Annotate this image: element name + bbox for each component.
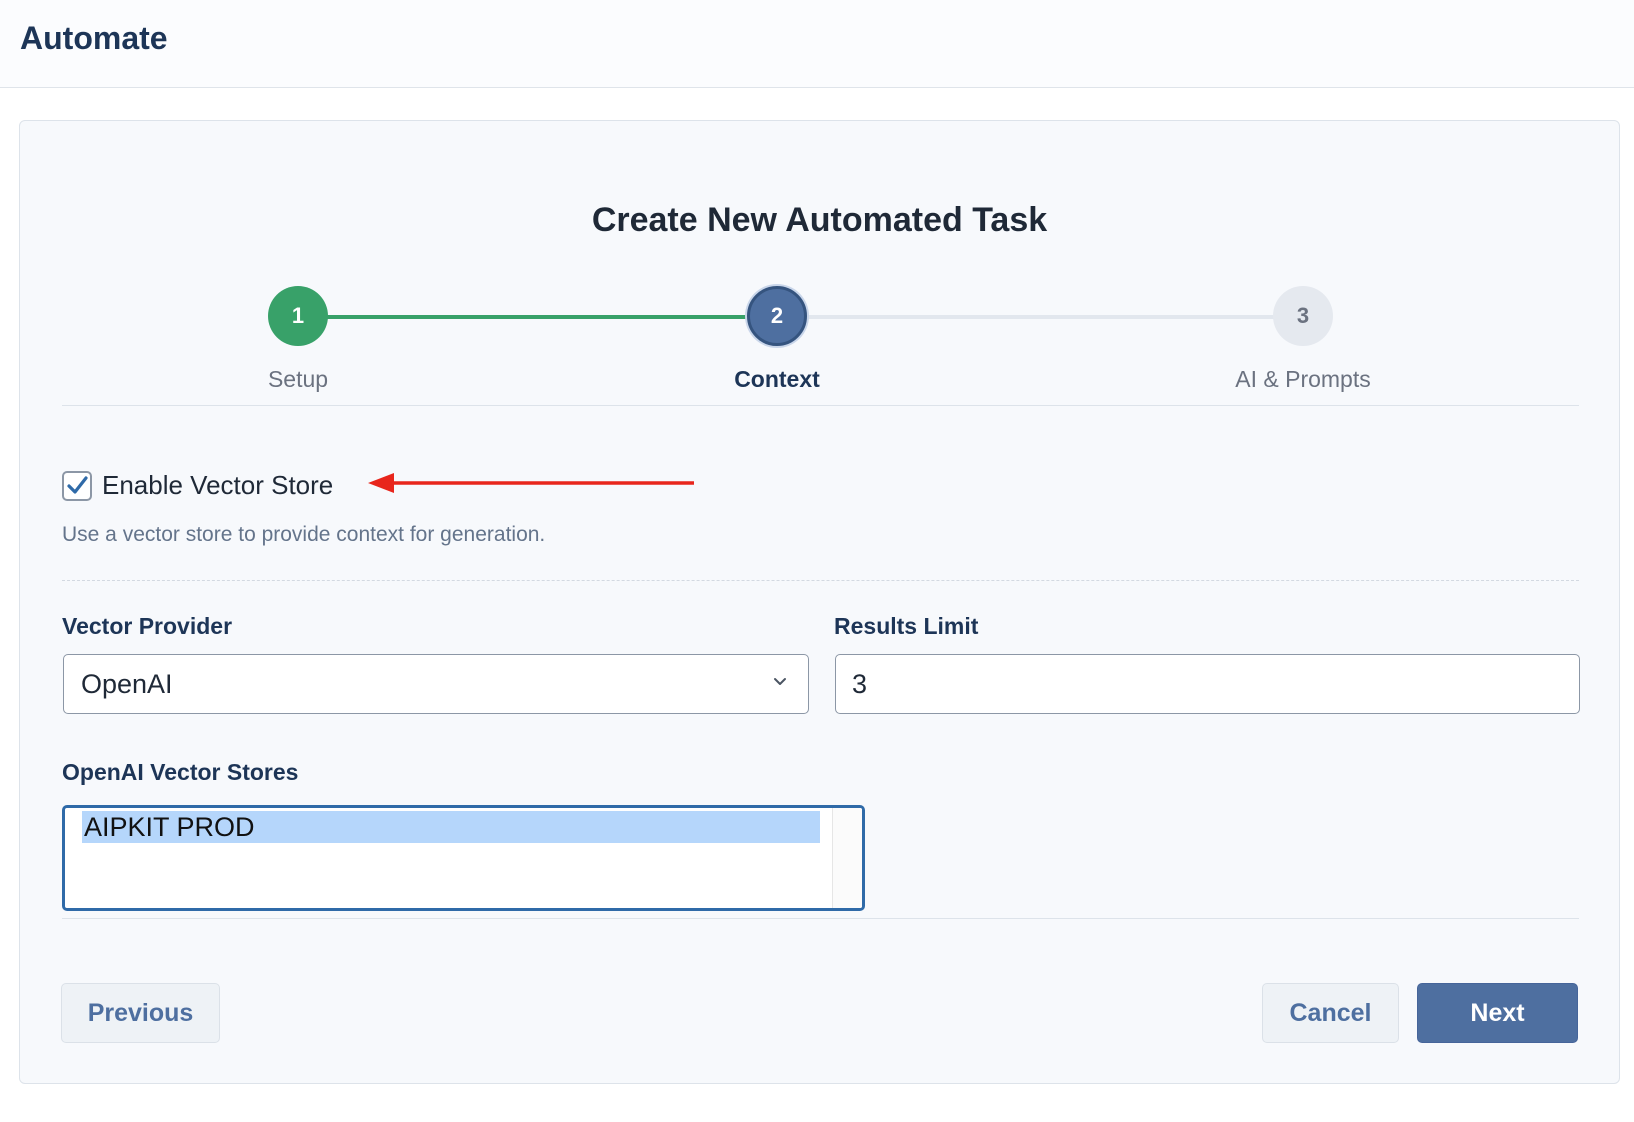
red-arrow-left-icon [368,473,694,493]
listbox-scrollbar[interactable] [832,808,862,908]
vector-stores-label: OpenAI Vector Stores [62,759,299,785]
step-2-label: Context [734,366,820,392]
vector-provider-select[interactable]: OpenAI [63,654,809,714]
progress-track-pending [784,315,1304,319]
vector-stores-listbox[interactable]: AIPKIT PROD [62,805,865,911]
step-3-label: AI & Prompts [1235,366,1371,392]
next-button[interactable]: Next [1417,983,1578,1043]
section-divider [62,580,1579,581]
progress-track-complete [298,315,784,319]
enable-vector-store-checkbox[interactable] [62,471,92,501]
vector-store-option[interactable]: AIPKIT PROD [82,811,820,843]
wizard-panel: Create New Automated Task 1 2 3 Setup Co… [19,120,1620,1084]
cancel-button[interactable]: Cancel [1262,983,1399,1043]
steps-divider [62,405,1579,406]
step-1-circle: 1 [268,286,328,346]
footer-divider [62,918,1579,919]
step-3-circle: 3 [1273,286,1333,346]
checkmark-icon [67,476,88,494]
chevron-down-icon [774,678,786,685]
step-2-circle: 2 [747,286,807,346]
results-limit-label: Results Limit [834,613,979,639]
results-limit-input[interactable] [835,654,1580,714]
previous-button[interactable]: Previous [61,983,220,1043]
vector-provider-label: Vector Provider [62,613,233,639]
wizard-title: Create New Automated Task [591,201,1048,239]
enable-vector-store-label[interactable]: Enable Vector Store [102,470,333,501]
vector-store-helper-text: Use a vector store to provide context fo… [62,523,546,546]
app-title: Automate [20,20,168,56]
top-bar: Automate [0,0,1634,88]
step-1-label: Setup [267,366,329,392]
vector-provider-value: OpenAI [81,669,173,699]
